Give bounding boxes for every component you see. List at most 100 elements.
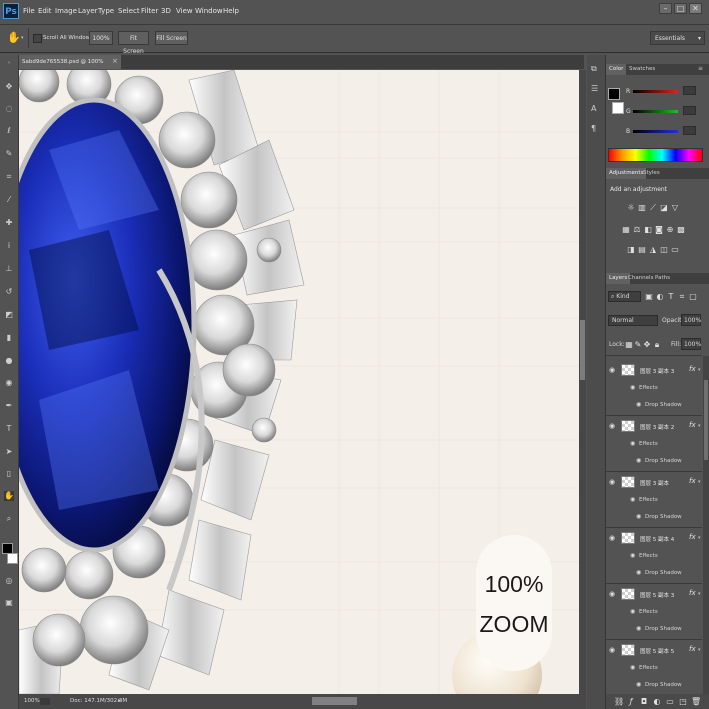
channel-r-slider[interactable] <box>633 90 678 93</box>
black-white-adjustment-icon[interactable]: ◧ <box>644 226 652 234</box>
tab-swatches[interactable]: Swatches <box>626 64 658 75</box>
new-layer-icon[interactable]: ◳ <box>679 698 687 706</box>
channel-b-value[interactable] <box>683 126 696 135</box>
layer-name[interactable]: 图层 5 副本 4 <box>640 535 674 543</box>
visibility-eye-icon[interactable]: ◉ <box>609 366 617 374</box>
vertical-scrollbar[interactable] <box>579 70 586 694</box>
expand-effects-chevron-icon[interactable]: ▾ <box>698 647 701 653</box>
menu-edit[interactable]: Edit <box>38 7 52 15</box>
layer-name[interactable]: 图层 3 副本 3 <box>640 367 674 375</box>
selective-color-adjustment-icon[interactable]: ◫ <box>660 246 668 254</box>
history-brush-tool-icon[interactable]: ↺ <box>4 287 14 297</box>
channel-b-slider[interactable] <box>633 130 678 133</box>
channel-g-value[interactable] <box>683 106 696 115</box>
layer-effects-label[interactable]: Effects <box>639 497 658 503</box>
clone-stamp-tool-icon[interactable]: ⊥ <box>4 264 14 274</box>
rectangle-tool-icon[interactable]: ▯ <box>4 469 14 479</box>
canvas[interactable]: 100% ZOOM <box>19 70 579 694</box>
dodge-tool-icon[interactable]: ◉ <box>4 378 14 388</box>
channel-g-slider[interactable] <box>633 110 678 113</box>
lock-position-icon[interactable]: ✥ <box>643 341 651 349</box>
filter-type-icon[interactable]: T <box>667 293 675 301</box>
layer-fx-icon[interactable]: fx <box>689 365 696 373</box>
effects-visibility-icon[interactable]: ◉ <box>630 608 638 616</box>
menu-type[interactable]: Type <box>98 7 114 15</box>
horizontal-scroll-thumb[interactable] <box>312 697 357 705</box>
channel-r-value[interactable] <box>683 86 696 95</box>
character-panel-icon[interactable]: A <box>591 104 601 114</box>
layer-effects-label[interactable]: Effects <box>639 441 658 447</box>
hand-tool-icon[interactable]: ✋ <box>4 491 14 501</box>
menu-window[interactable]: Window <box>195 7 223 15</box>
drop-shadow-visibility-icon[interactable]: ◉ <box>636 569 644 577</box>
layer-effects-label[interactable]: Effects <box>639 665 658 671</box>
workspace-select[interactable]: Essentials ▾ <box>650 31 705 45</box>
move-tool-icon[interactable]: ✥ <box>4 82 14 92</box>
menu-select[interactable]: Select <box>118 7 140 15</box>
healing-brush-tool-icon[interactable]: ✚ <box>4 218 14 228</box>
eyedropper-tool-icon[interactable]: ⁄ <box>4 195 14 205</box>
channel-mixer-adjustment-icon[interactable]: ⊕ <box>666 226 674 234</box>
drop-shadow-label[interactable]: Drop Shadow <box>645 570 682 576</box>
new-group-icon[interactable]: ▭ <box>666 698 674 706</box>
drop-shadow-label[interactable]: Drop Shadow <box>645 626 682 632</box>
lock-all-icon[interactable]: 🔒︎ <box>653 341 661 349</box>
layer-effects-label[interactable]: Effects <box>639 553 658 559</box>
lasso-tool-icon[interactable]: ℓ <box>4 126 14 136</box>
layer-fx-icon[interactable]: fx <box>689 477 696 485</box>
close-tab-icon[interactable]: × <box>112 57 118 65</box>
brightness-adjustment-icon[interactable]: ☼ <box>627 204 635 212</box>
marquee-tool-icon[interactable]: ◌ <box>4 104 14 114</box>
visibility-eye-icon[interactable]: ◉ <box>609 646 617 654</box>
link-layers-icon[interactable]: ⛓ <box>614 698 624 706</box>
tool-preset-chevron-icon[interactable]: ▾ <box>21 35 24 41</box>
layers-scroll-thumb[interactable] <box>704 380 708 460</box>
quick-select-tool-icon[interactable]: ✎ <box>4 149 14 159</box>
invert-adjustment-icon[interactable]: ◨ <box>627 246 635 254</box>
layer-name[interactable]: 图层 5 副本 3 <box>640 591 674 599</box>
filter-smart-object-icon[interactable]: ▢ <box>689 293 697 301</box>
visibility-eye-icon[interactable]: ◉ <box>609 590 617 598</box>
drop-shadow-label[interactable]: Drop Shadow <box>645 514 682 520</box>
filter-pixel-icon[interactable]: ▣ <box>645 293 653 301</box>
history-panel-icon[interactable]: ⧉ <box>591 64 601 74</box>
document-tab[interactable]: Sabd9de765538.psd @ 100% (RGB/8) <box>19 55 121 79</box>
tab-color[interactable]: Color <box>606 64 627 75</box>
levels-adjustment-icon[interactable]: ▥ <box>638 204 646 212</box>
delete-layer-icon[interactable]: 🗑︎ <box>691 698 701 706</box>
filter-shape-icon[interactable]: ⌗ <box>678 293 686 301</box>
visibility-eye-icon[interactable]: ◉ <box>609 478 617 486</box>
brush-tool-icon[interactable]: ⅰ <box>4 241 14 251</box>
expand-effects-chevron-icon[interactable]: ▾ <box>698 479 701 485</box>
eraser-tool-icon[interactable]: ◩ <box>4 310 14 320</box>
drop-shadow-visibility-icon[interactable]: ◉ <box>636 625 644 633</box>
minimize-button[interactable]: – <box>659 3 672 14</box>
exposure-adjustment-icon[interactable]: ◪ <box>660 204 668 212</box>
color-spectrum-ramp[interactable] <box>608 148 703 162</box>
menu-layer[interactable]: Layer <box>78 7 98 15</box>
quick-mask-icon[interactable]: ◎ <box>4 576 14 586</box>
visibility-eye-icon[interactable]: ◉ <box>609 422 617 430</box>
color-balance-adjustment-icon[interactable]: ⚖ <box>633 226 641 234</box>
drop-shadow-visibility-icon[interactable]: ◉ <box>636 681 644 689</box>
effects-visibility-icon[interactable]: ◉ <box>630 552 638 560</box>
scroll-all-windows-checkbox[interactable] <box>33 34 42 43</box>
add-mask-icon[interactable]: ◘ <box>640 698 648 706</box>
path-select-tool-icon[interactable]: ➤ <box>4 447 14 457</box>
lock-pixels-icon[interactable]: ✎ <box>634 341 642 349</box>
drop-shadow-visibility-icon[interactable]: ◉ <box>636 513 644 521</box>
drop-shadow-visibility-icon[interactable]: ◉ <box>636 457 644 465</box>
vibrance-adjustment-icon[interactable]: ▽ <box>671 204 679 212</box>
color-foreground-swatch[interactable] <box>608 88 620 100</box>
new-fill-layer-icon[interactable]: ◐ <box>653 698 661 706</box>
visibility-eye-icon[interactable]: ◉ <box>609 534 617 542</box>
vertical-scroll-thumb[interactable] <box>580 320 585 380</box>
fit-screen-button[interactable]: Fit Screen <box>118 31 149 55</box>
posterize-adjustment-icon[interactable]: ▤ <box>638 246 646 254</box>
menu-image[interactable]: Image <box>55 7 77 15</box>
color-lookup-adjustment-icon[interactable]: ▩ <box>677 226 685 234</box>
close-button[interactable]: ✕ <box>689 3 702 14</box>
type-tool-icon[interactable]: T <box>4 424 14 434</box>
opacity-field[interactable]: 100% <box>681 314 701 326</box>
fill-field[interactable]: 100% <box>681 338 701 350</box>
